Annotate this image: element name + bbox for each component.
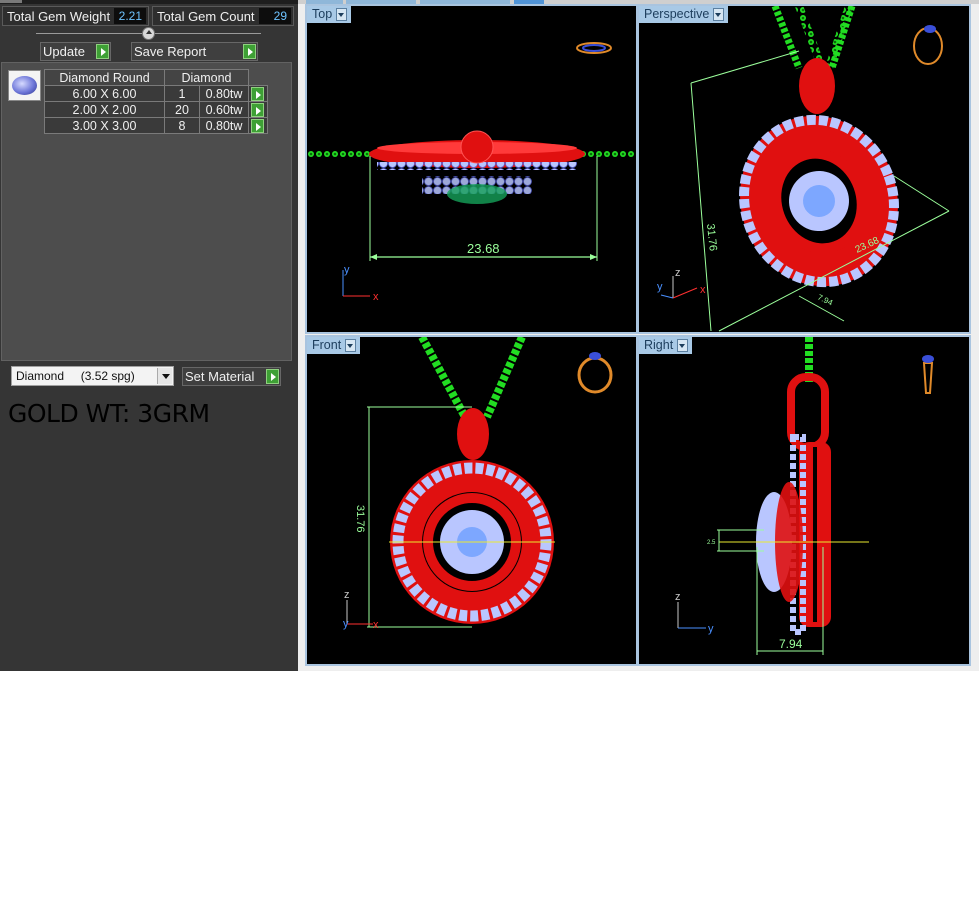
viewport-top[interactable]: 23.68 y x Top	[305, 4, 638, 334]
ring-orientation-icon	[913, 25, 943, 65]
gem-count-cell: 20	[164, 101, 200, 118]
table-row[interactable]: 6.00 X 6.00 1 0.80tw	[44, 85, 268, 102]
material-select-value: Diamond (3.52 spg)	[16, 369, 135, 383]
update-button[interactable]: Update	[40, 42, 111, 61]
table-row[interactable]: 2.00 X 2.00 20 0.60tw	[44, 101, 268, 118]
gem-weight-cell: 0.80tw	[199, 85, 249, 102]
table-row[interactable]: 3.00 X 3.00 8 0.80tw	[44, 117, 268, 134]
gem-shape-header: Diamond Round	[44, 69, 165, 86]
gem-size-cell: 6.00 X 6.00	[44, 85, 165, 102]
total-gem-count-value: 29	[259, 8, 291, 24]
svg-text:z: z	[675, 267, 681, 279]
svg-text:y: y	[708, 623, 714, 635]
right-dimension-text: 7.94	[779, 637, 803, 651]
perspective-height-dim: 31.76	[704, 223, 719, 252]
row-action-button[interactable]	[248, 85, 268, 102]
viewport-perspective[interactable]: 31.76 23.68 7.94 z x y Perspective	[637, 4, 971, 334]
perspective-depth-dim: 7.94	[816, 293, 834, 308]
viewport-label-right[interactable]: Right	[639, 337, 693, 354]
play-arrow-icon	[251, 87, 264, 101]
play-arrow-icon	[251, 103, 264, 117]
viewport-label-perspective[interactable]: Perspective	[639, 6, 729, 23]
total-gem-weight-label: Total Gem Weight	[7, 8, 111, 24]
row-action-button[interactable]	[248, 117, 268, 134]
gem-type-header: Diamond	[164, 69, 249, 86]
play-arrow-icon	[251, 119, 264, 133]
svg-text:y: y	[657, 281, 663, 293]
svg-text:z: z	[344, 589, 350, 601]
dropdown-arrow-icon[interactable]	[345, 339, 357, 352]
gem-table: Diamond Round Diamond 6.00 X 6.00 1 0.80…	[44, 69, 268, 134]
dropdown-arrow-icon[interactable]	[713, 8, 725, 21]
total-gem-count-label: Total Gem Count	[157, 8, 255, 24]
set-material-button-label: Set Material	[185, 369, 255, 384]
gem-table-header: Diamond Round Diamond	[44, 69, 268, 86]
ring-orientation-icon	[922, 355, 934, 394]
update-button-label: Update	[43, 44, 85, 59]
axis-triad: z x y	[657, 267, 706, 299]
gem-size-cell: 3.00 X 3.00	[44, 117, 165, 134]
jewelry-cad-window: Total Gem Weight 2.21 Total Gem Count 29…	[0, 0, 979, 671]
ring-orientation-icon	[576, 42, 612, 54]
gem-report-panel: Total Gem Weight 2.21 Total Gem Count 29…	[0, 0, 298, 671]
ring-orientation-icon	[577, 352, 613, 394]
panel-tab-strip	[0, 0, 298, 4]
right-small-dim: 2.5	[707, 540, 716, 546]
front-view-model: 31.76 z y x	[343, 337, 613, 631]
viewport-right[interactable]: 2.5 7.94 z y Right	[637, 335, 971, 666]
viewport-front[interactable]: 31.76 z y x Front	[305, 335, 638, 666]
svg-text:y: y	[343, 618, 349, 630]
top-dimension-text: 23.68	[467, 241, 500, 256]
svg-text:x: x	[700, 284, 706, 296]
front-dimension-text: 31.76	[354, 505, 366, 533]
perspective-view-model: 31.76 23.68 7.94 z x y	[657, 6, 950, 332]
gold-weight-note: GOLD WT: 3GRM	[8, 399, 210, 428]
total-gem-weight-field: Total Gem Weight 2.21	[2, 6, 149, 26]
total-gem-weight-value: 2.21	[114, 8, 146, 24]
top-view-model: 23.68 y x	[307, 42, 636, 303]
svg-text:x: x	[373, 291, 379, 303]
gem-thumbnail-icon[interactable]	[8, 70, 41, 101]
gem-list-area: Diamond Round Diamond 6.00 X 6.00 1 0.80…	[1, 62, 292, 361]
svg-text:x: x	[373, 619, 379, 631]
gem-weight-cell: 0.60tw	[199, 101, 249, 118]
play-arrow-icon	[266, 369, 279, 384]
viewport-label-top[interactable]: Top	[307, 6, 352, 23]
viewport-label-front[interactable]: Front	[307, 337, 361, 354]
gem-count-cell: 1	[164, 85, 200, 102]
set-material-button[interactable]: Set Material	[182, 367, 281, 386]
total-gem-count-field: Total Gem Count 29	[152, 6, 294, 26]
axis-triad: z y x	[343, 589, 379, 631]
axis-triad: y x	[342, 264, 379, 303]
material-select[interactable]: Diamond (3.52 spg)	[11, 366, 174, 386]
dropdown-arrow-icon[interactable]	[157, 368, 172, 384]
dropdown-arrow-icon[interactable]	[336, 8, 348, 21]
collapse-toggle-icon[interactable]	[142, 27, 155, 40]
save-report-button[interactable]: Save Report	[131, 42, 258, 61]
gem-weight-cell: 0.80tw	[199, 117, 249, 134]
save-report-button-label: Save Report	[134, 44, 207, 59]
row-action-button[interactable]	[248, 101, 268, 118]
axis-triad: z y	[675, 591, 714, 635]
svg-text:y: y	[344, 264, 350, 276]
dropdown-arrow-icon[interactable]	[677, 339, 689, 352]
svg-text:z: z	[675, 591, 681, 603]
right-view-model: 2.5 7.94 z y	[675, 337, 934, 655]
gem-count-cell: 8	[164, 117, 200, 134]
viewport-area: 23.68 y x Top 31.76 23.68 7.94 z x y Per…	[298, 0, 979, 671]
play-arrow-icon	[96, 44, 109, 59]
play-arrow-icon	[243, 44, 256, 59]
gem-size-cell: 2.00 X 2.00	[44, 101, 165, 118]
